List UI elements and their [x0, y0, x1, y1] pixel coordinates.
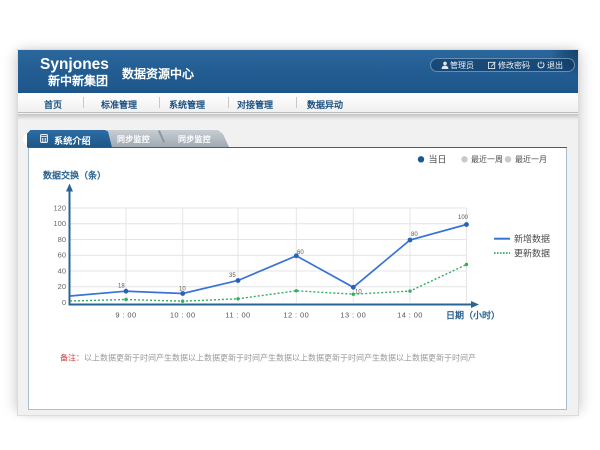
svg-text:120: 120	[53, 204, 66, 213]
svg-text:更新数据: 更新数据	[514, 248, 550, 259]
svg-text:当日: 当日	[429, 154, 447, 165]
svg-text:80: 80	[411, 232, 418, 238]
svg-text:0: 0	[62, 298, 66, 307]
svg-text:100: 100	[458, 215, 469, 221]
svg-text:备注：以上数据更新于时间产生数据以上数据更新于时间产生数据以: 备注：以上数据更新于时间产生数据以上数据更新于时间产生数据以上数据更新于时间产生…	[60, 353, 476, 363]
svg-text:80: 80	[58, 235, 66, 244]
svg-text:10: 10	[355, 290, 362, 296]
svg-text:18: 18	[118, 284, 125, 290]
svg-text:日期（小时）: 日期（小时）	[446, 310, 500, 321]
svg-text:9 : 00: 9 : 00	[115, 311, 136, 320]
svg-text:100: 100	[53, 219, 66, 228]
svg-text:14 : 00: 14 : 00	[397, 311, 423, 320]
svg-text:60: 60	[58, 251, 66, 260]
svg-text:20: 20	[58, 282, 66, 291]
svg-text:数据交换（条）: 数据交换（条）	[43, 170, 106, 181]
svg-text:最近一周: 最近一周	[471, 154, 503, 164]
svg-text:10 : 00: 10 : 00	[170, 311, 196, 320]
svg-text:60: 60	[297, 250, 304, 256]
svg-text:40: 40	[58, 267, 66, 276]
svg-text:12 : 00: 12 : 00	[283, 311, 309, 320]
svg-text:11 : 00: 11 : 00	[225, 311, 250, 320]
svg-text:最近一月: 最近一月	[515, 154, 547, 164]
svg-text:10: 10	[179, 287, 186, 293]
svg-text:35: 35	[229, 273, 236, 279]
svg-text:13 : 00: 13 : 00	[340, 311, 366, 320]
svg-text:新增数据: 新增数据	[514, 233, 550, 244]
